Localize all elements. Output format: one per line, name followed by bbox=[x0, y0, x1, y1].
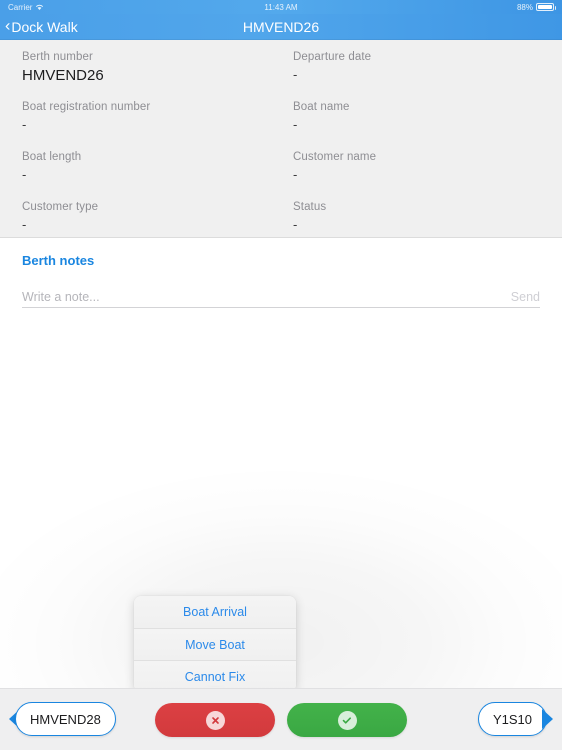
note-input[interactable] bbox=[22, 289, 503, 304]
bottom-toolbar: HMVEND28 Y1S10 bbox=[0, 688, 562, 750]
berth-notes-heading: Berth notes bbox=[22, 253, 95, 268]
popup-item-move-boat[interactable]: Move Boat bbox=[134, 628, 296, 660]
field-value: - bbox=[293, 217, 298, 232]
field-boat-registration-number: Boat registration number - bbox=[22, 101, 150, 132]
previous-berth-label: HMVEND28 bbox=[15, 702, 116, 736]
field-boat-name: Boat name - bbox=[293, 101, 350, 132]
field-label: Customer type bbox=[22, 201, 99, 213]
field-customer-type: Customer type - bbox=[22, 201, 98, 232]
popup-item-label: Cannot Fix bbox=[184, 669, 246, 684]
app-screen: Carrier 11:43 AM 88% ‹ Dock Walk HMVEND2… bbox=[0, 0, 562, 750]
field-label: Boat name bbox=[293, 101, 350, 113]
field-value: - bbox=[293, 67, 298, 82]
chevron-right-icon bbox=[542, 709, 553, 729]
next-berth-button[interactable]: Y1S10 bbox=[477, 702, 553, 736]
action-popup-menu: Boat Arrival Move Boat Cannot Fix bbox=[134, 596, 296, 692]
field-label: Boat registration number bbox=[22, 101, 151, 113]
field-customer-name: Customer name - bbox=[293, 151, 376, 182]
field-berth-number: Berth number HMVEND26 bbox=[22, 51, 104, 84]
field-boat-length: Boat length - bbox=[22, 151, 81, 182]
status-bar: Carrier 11:43 AM 88% bbox=[0, 0, 562, 14]
popup-item-label: Boat Arrival bbox=[183, 605, 247, 619]
popup-item-boat-arrival[interactable]: Boat Arrival bbox=[134, 596, 296, 628]
field-value: HMVEND26 bbox=[22, 67, 104, 84]
field-value: - bbox=[22, 217, 27, 232]
check-circle-icon bbox=[337, 710, 357, 730]
field-value: - bbox=[293, 167, 298, 182]
back-button-label: Dock Walk bbox=[11, 18, 78, 35]
send-button[interactable]: Send bbox=[503, 290, 540, 304]
field-value: - bbox=[22, 167, 27, 182]
accept-button[interactable] bbox=[287, 703, 407, 737]
field-label: Boat length bbox=[22, 151, 82, 163]
field-label: Status bbox=[293, 201, 327, 213]
field-departure-date: Departure date - bbox=[293, 51, 371, 82]
field-label: Customer name bbox=[293, 151, 377, 163]
popup-item-label: Move Boat bbox=[185, 637, 245, 652]
back-button[interactable]: ‹ Dock Walk bbox=[0, 17, 78, 35]
previous-berth-button[interactable]: HMVEND28 bbox=[9, 702, 116, 736]
field-status: Status - bbox=[293, 201, 326, 232]
note-input-row: Send bbox=[22, 286, 540, 308]
chevron-left-icon: ‹ bbox=[5, 17, 11, 34]
status-bar-time: 11:43 AM bbox=[264, 2, 298, 12]
field-label: Departure date bbox=[293, 51, 372, 63]
x-circle-icon bbox=[205, 710, 225, 730]
page-title: HMVEND26 bbox=[242, 18, 320, 35]
field-value: - bbox=[293, 117, 298, 132]
reject-button[interactable] bbox=[155, 703, 275, 737]
berth-details-panel: Berth number HMVEND26 Departure date - B… bbox=[0, 40, 562, 238]
navigation-bar: ‹ Dock Walk HMVEND26 bbox=[0, 14, 562, 40]
battery-fill bbox=[538, 5, 552, 9]
battery-icon bbox=[536, 3, 556, 11]
next-berth-label: Y1S10 bbox=[477, 702, 547, 736]
field-value: - bbox=[22, 117, 27, 132]
field-label: Berth number bbox=[22, 51, 93, 63]
